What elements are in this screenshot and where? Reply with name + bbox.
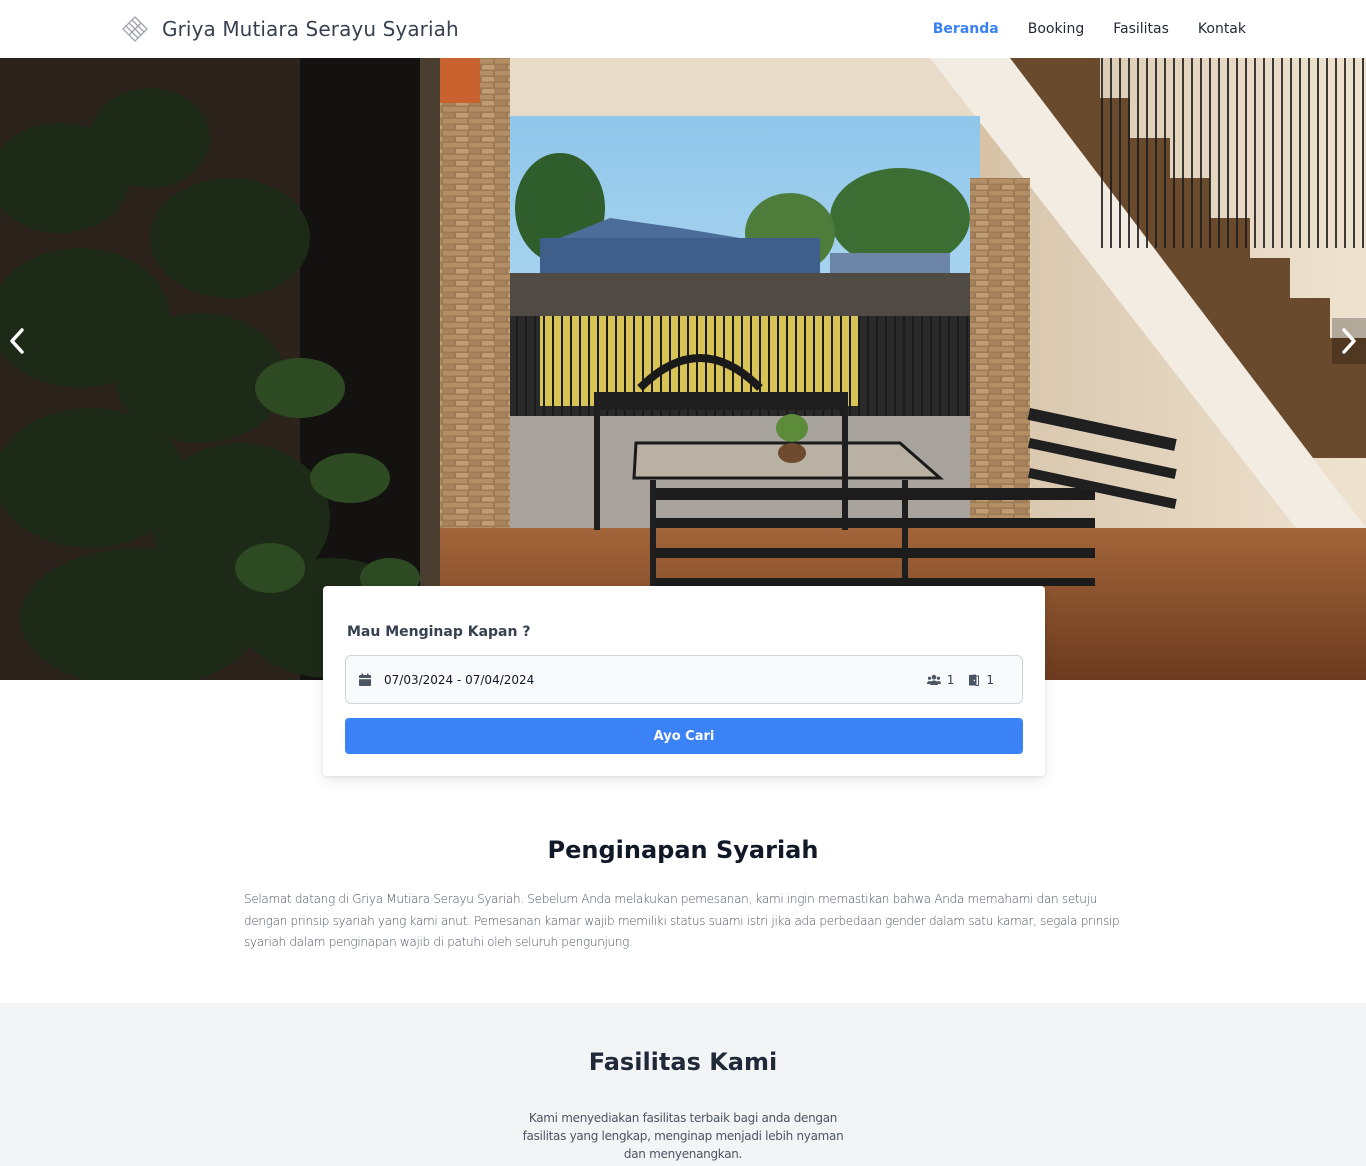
facilities-title: Fasilitas Kami <box>588 1048 778 1076</box>
facilities-text: Kami menyediakan fasilitas terbaik bagi … <box>522 1111 844 1161</box>
search-button[interactable]: Ayo Cari <box>345 718 1023 754</box>
chevron-right-icon <box>1342 328 1356 354</box>
users-icon <box>926 674 941 685</box>
brand[interactable]: Griya Mutiara Serayu Syariah <box>120 14 459 44</box>
nav-item-beranda[interactable]: Beranda <box>933 21 999 37</box>
booking-search-card: Mau Menginap Kapan ? 07/03/2024 - 07/04/… <box>323 586 1045 776</box>
carousel-next-button[interactable] <box>1332 318 1366 364</box>
calendar-icon <box>359 673 371 686</box>
carousel-prev-button[interactable] <box>0 318 34 364</box>
diamond-logo-icon <box>122 16 148 42</box>
date-range-input[interactable]: 07/03/2024 - 07/04/2024 1 1 <box>345 655 1023 704</box>
nav-item-booking[interactable]: Booking <box>1028 21 1085 37</box>
door-icon <box>969 674 980 686</box>
room-count[interactable]: 1 <box>968 673 994 687</box>
about-text: Selamat datang di Griya Mutiara Serayu S… <box>244 892 1120 949</box>
guest-room-selector[interactable]: 1 1 <box>926 656 994 703</box>
about-title: Penginapan Syariah <box>547 836 819 864</box>
navbar: Griya Mutiara Serayu Syariah Beranda Boo… <box>0 0 1366 58</box>
facilities-section: Fasilitas Kami Kami menyediakan fasilita… <box>0 1003 1366 1166</box>
guest-count-value: 1 <box>946 672 955 687</box>
guest-count[interactable]: 1 <box>926 672 955 687</box>
brand-name: Griya Mutiara Serayu Syariah <box>162 17 459 41</box>
date-range-value: 07/03/2024 - 07/04/2024 <box>384 672 535 687</box>
chevron-left-icon <box>10 328 24 354</box>
search-title: Mau Menginap Kapan ? <box>347 624 531 640</box>
nav-item-kontak[interactable]: Kontak <box>1198 21 1246 37</box>
nav-item-fasilitas[interactable]: Fasilitas <box>1113 21 1169 37</box>
room-count-value: 1 <box>986 672 994 687</box>
main-nav: Beranda Booking Fasilitas Kontak <box>933 0 1246 58</box>
